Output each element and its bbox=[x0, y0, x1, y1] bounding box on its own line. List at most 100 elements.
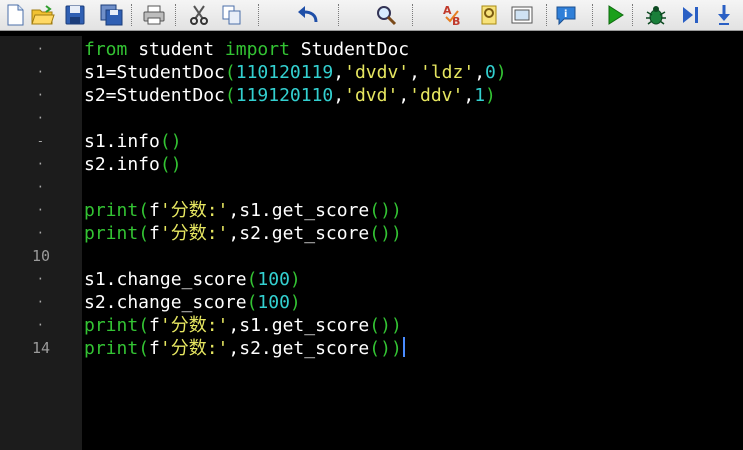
code-token: '分数:' bbox=[159, 315, 229, 336]
code-token: 1 bbox=[474, 85, 486, 106]
code-token: , bbox=[333, 85, 345, 106]
line-number: · bbox=[36, 318, 44, 332]
play-icon[interactable] bbox=[602, 2, 628, 28]
code-token: ) bbox=[495, 62, 507, 83]
bookmark-icon[interactable] bbox=[476, 2, 502, 28]
line-number: · bbox=[36, 157, 44, 171]
code-token: f bbox=[149, 338, 160, 359]
code-line[interactable]: print(f'分数:',s1.get_score()) bbox=[84, 314, 402, 337]
toolbar-separator bbox=[258, 4, 259, 26]
print-icon[interactable] bbox=[141, 2, 167, 28]
code-token: '分数:' bbox=[159, 200, 229, 221]
code-token: 100 bbox=[257, 269, 290, 290]
code-token: , bbox=[463, 85, 475, 106]
line-number: · bbox=[36, 272, 44, 286]
undo-arrow-icon[interactable] bbox=[295, 2, 321, 28]
code-token: s2=StudentDoc bbox=[84, 85, 225, 106]
line-number: 14 bbox=[31, 339, 50, 357]
line-number: · bbox=[36, 65, 44, 79]
code-token: ( bbox=[138, 338, 150, 359]
code-token: ,s1.get_score bbox=[228, 315, 370, 336]
code-token: '分数:' bbox=[159, 223, 229, 244]
toolbar: AB i bbox=[0, 0, 743, 31]
step-into-icon[interactable] bbox=[711, 2, 737, 28]
line-number: · bbox=[36, 180, 44, 194]
code-line[interactable]: print(f'分数:',s2.get_score()) bbox=[84, 222, 402, 245]
new-file-icon[interactable] bbox=[2, 2, 28, 28]
code-token: ()) bbox=[369, 315, 402, 336]
code-line[interactable]: s2.change_score(100) bbox=[84, 291, 301, 314]
code-token: s2.change_score bbox=[84, 292, 247, 313]
code-line[interactable]: from student import StudentDoc bbox=[84, 38, 409, 61]
code-token: s1.info bbox=[84, 131, 160, 152]
code-token: print bbox=[84, 315, 139, 336]
code-token: ( bbox=[246, 292, 258, 313]
snapshot-icon[interactable] bbox=[509, 2, 535, 28]
code-token: '分数:' bbox=[159, 338, 229, 359]
code-token: , bbox=[333, 62, 345, 83]
code-token: ( bbox=[138, 200, 150, 221]
line-number: · bbox=[36, 111, 44, 125]
toolbar-separator bbox=[546, 4, 547, 26]
code-token: s1=StudentDoc bbox=[84, 62, 225, 83]
code-token: import bbox=[224, 39, 290, 60]
code-token: 'ldz' bbox=[420, 62, 475, 83]
code-token: 'dvd' bbox=[344, 85, 399, 106]
code-token: ( bbox=[138, 223, 150, 244]
code-token: ,s2.get_score bbox=[228, 223, 370, 244]
code-line[interactable]: s1.info() bbox=[84, 130, 182, 153]
code-token: ( bbox=[224, 62, 236, 83]
toolbar-separator bbox=[175, 4, 176, 26]
toolbar-separator bbox=[632, 4, 633, 26]
line-number-gutter: · · · · - · · · · 10 · · · 14 bbox=[0, 36, 82, 450]
code-token: f bbox=[149, 200, 160, 221]
code-line[interactable]: print(f'分数:',s2.get_score()) bbox=[84, 337, 405, 360]
save-icon[interactable] bbox=[62, 2, 88, 28]
spellcheck-icon[interactable]: AB bbox=[441, 2, 467, 28]
line-number: · bbox=[36, 226, 44, 240]
code-line[interactable]: s2.info() bbox=[84, 153, 182, 176]
svg-text:i: i bbox=[564, 9, 567, 20]
code-token: StudentDoc bbox=[289, 39, 410, 60]
code-token: , bbox=[409, 62, 420, 83]
step-over-icon[interactable] bbox=[678, 2, 704, 28]
line-number: · bbox=[36, 295, 44, 309]
line-number: - bbox=[36, 134, 44, 148]
code-token: student bbox=[127, 39, 225, 60]
code-token: 0 bbox=[485, 62, 496, 83]
line-number: 10 bbox=[31, 247, 50, 265]
bug-icon[interactable] bbox=[643, 2, 669, 28]
code-token: , bbox=[474, 62, 486, 83]
magnifier-icon[interactable] bbox=[373, 2, 399, 28]
code-token: 110120119 bbox=[235, 62, 334, 83]
scissors-icon[interactable] bbox=[186, 2, 212, 28]
code-token: ,s2.get_score bbox=[228, 338, 370, 359]
code-token: 'ddv' bbox=[409, 85, 464, 106]
code-token: 100 bbox=[257, 292, 290, 313]
code-line[interactable]: print(f'分数:',s1.get_score()) bbox=[84, 199, 402, 222]
code-line[interactable]: s1=StudentDoc(110120119,'dvdv','ldz',0) bbox=[84, 61, 507, 84]
svg-text:A: A bbox=[443, 4, 452, 17]
code-token: ) bbox=[289, 292, 301, 313]
toolbar-separator bbox=[592, 4, 593, 26]
code-token: ( bbox=[138, 315, 150, 336]
code-token: , bbox=[398, 85, 410, 106]
code-line[interactable]: s1.change_score(100) bbox=[84, 268, 301, 291]
code-token: ()) bbox=[369, 223, 402, 244]
code-token: ) bbox=[485, 85, 496, 106]
code-area[interactable]: from student import StudentDoc s1=Student… bbox=[84, 36, 743, 450]
text-caret bbox=[402, 337, 405, 357]
code-editor[interactable]: · · · · - · · · · 10 · · · 14 from student import Stu… bbox=[0, 36, 743, 450]
copy-icon[interactable] bbox=[219, 2, 245, 28]
help-bubble-icon[interactable]: i bbox=[553, 2, 579, 28]
code-token: ) bbox=[289, 269, 301, 290]
open-folder-icon[interactable] bbox=[30, 2, 56, 28]
code-token: s2.info bbox=[84, 154, 160, 175]
code-line[interactable]: s2=StudentDoc(119120110,'dvd','ddv',1) bbox=[84, 84, 496, 107]
code-token: ,s1.get_score bbox=[228, 200, 370, 221]
code-token: ( bbox=[246, 269, 258, 290]
save-all-icon[interactable] bbox=[99, 2, 125, 28]
code-token: ()) bbox=[369, 338, 402, 359]
code-token: () bbox=[159, 154, 182, 175]
code-token: 'dvdv' bbox=[344, 62, 410, 83]
